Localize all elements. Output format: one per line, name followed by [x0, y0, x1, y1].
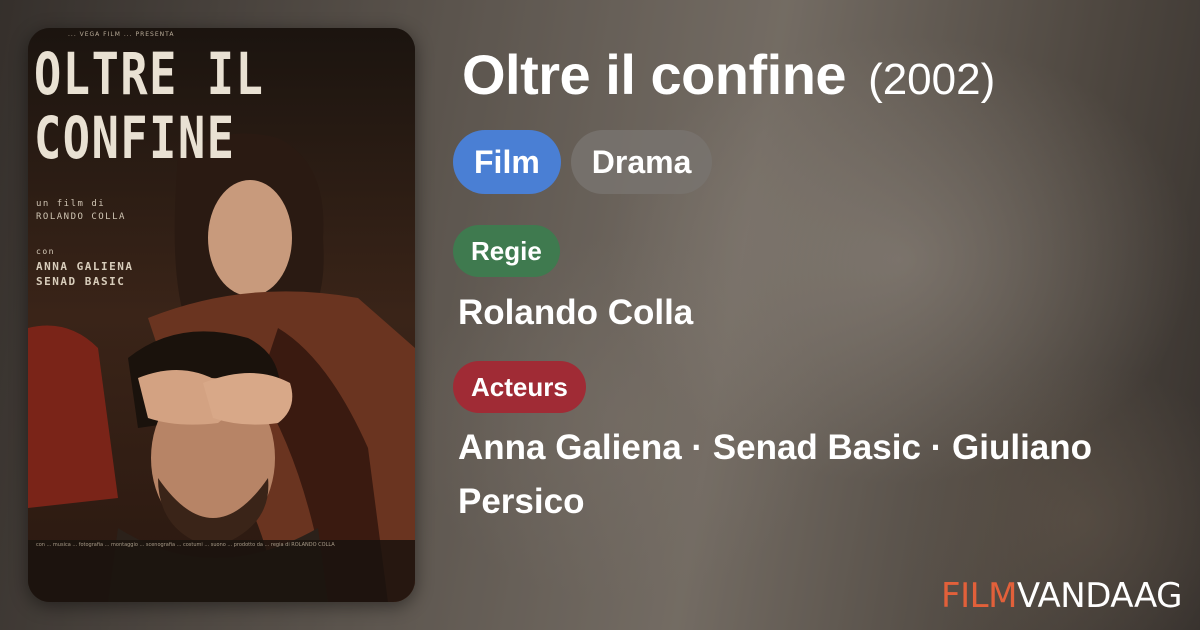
- tag-list: Film Drama: [453, 130, 713, 194]
- title-row: Oltre il confine (2002): [462, 42, 995, 107]
- poster-title-line-1: OLTRE IL: [34, 40, 265, 108]
- acteurs-value[interactable]: Anna Galiena · Senad Basic · Giuliano Pe…: [458, 421, 1178, 529]
- poster-cast-1: ANNA GALIENA: [36, 260, 134, 273]
- poster-title: OLTRE IL CONFINE: [34, 42, 323, 170]
- poster-credits-block: con ... musica ... fotografia ... montag…: [36, 542, 335, 548]
- acteurs-label: Acteurs: [453, 361, 586, 413]
- poster-cast-con: con: [36, 247, 55, 256]
- brand-logo-part-2: VANDAAG: [1016, 576, 1183, 616]
- regie-label: Regie: [453, 225, 560, 277]
- poster-credit-line-2: ROLANDO COLLA: [36, 212, 126, 222]
- poster-title-line-2: CONFINE: [34, 104, 236, 172]
- poster-cast-2: SENAD BASIC: [36, 275, 126, 288]
- brand-logo-part-1: FILM: [941, 576, 1017, 616]
- poster-credit-line-1: un film di: [36, 199, 106, 209]
- poster-director-credit: un film di ROLANDO COLLA: [36, 198, 126, 224]
- regie-value[interactable]: Rolando Colla: [458, 286, 693, 340]
- tag-genre-drama[interactable]: Drama: [570, 130, 713, 194]
- brand-logo[interactable]: FILMVANDAAG: [941, 576, 1182, 616]
- poster-cast: con ANNA GALIENA SENAD BASIC: [36, 244, 133, 289]
- movie-title: Oltre il confine: [462, 43, 847, 106]
- movie-poster[interactable]: ... VEGA FILM ... PRESENTA OLTRE IL CONF…: [28, 28, 415, 602]
- poster-header-text: ... VEGA FILM ... PRESENTA: [68, 31, 175, 38]
- tag-film[interactable]: Film: [453, 130, 561, 194]
- movie-year: (2002): [868, 55, 996, 104]
